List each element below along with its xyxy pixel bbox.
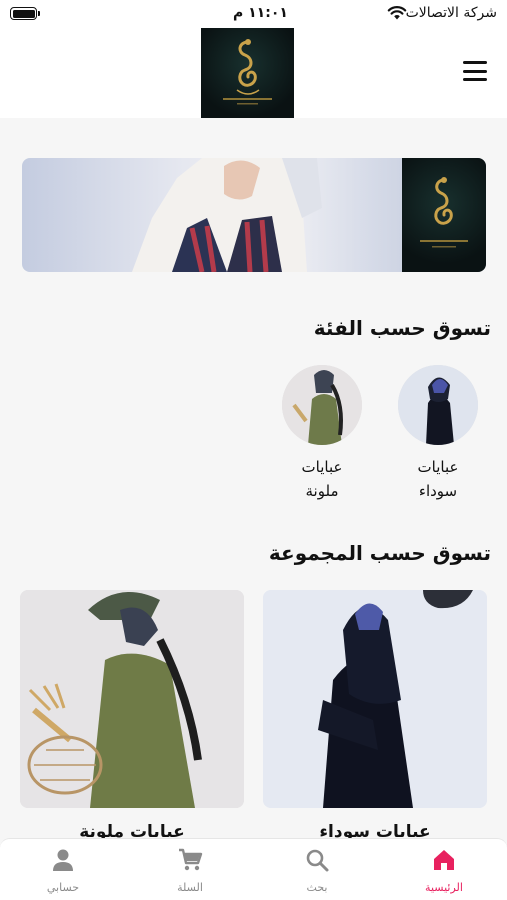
category-black-label-line2: سوداء — [418, 482, 458, 500]
nav-cart[interactable]: السلة — [127, 839, 253, 900]
category-colored-label-line1: عبايات — [301, 458, 343, 476]
nav-cart-label: السلة — [177, 881, 203, 894]
status-bar: ١١:٠١ م شركة الاتصالات — [0, 0, 507, 28]
nav-home[interactable]: الرئيسية — [381, 839, 507, 900]
banner-model-illustration — [132, 158, 322, 272]
category-black-label-line1: عبايات — [417, 458, 459, 476]
brand-logo-mark — [223, 39, 272, 105]
search-icon — [306, 849, 329, 872]
banner-brand-logo — [402, 158, 486, 272]
carrier-name: شركة الاتصالات — [405, 5, 497, 21]
category-black-abayas[interactable]: عبايات سوداء — [398, 365, 478, 503]
brand-logo[interactable] — [201, 28, 294, 118]
cart-icon — [179, 848, 203, 871]
nav-search[interactable]: بحث — [254, 839, 380, 900]
user-icon — [53, 849, 73, 871]
category-black-abayas-image — [398, 365, 478, 445]
nav-home-label: الرئيسية — [425, 881, 463, 894]
collection-section-title: تسوق حسب المجموعة — [268, 541, 491, 565]
collection-colored-image — [20, 590, 244, 808]
app-header — [0, 28, 507, 118]
nav-account-label: حسابي — [46, 881, 80, 894]
collection-card-colored-abayas[interactable] — [20, 590, 244, 808]
collection-card-black-abayas[interactable] — [263, 590, 487, 808]
nav-search-label: بحث — [306, 881, 328, 894]
hamburger-menu-icon[interactable] — [463, 61, 487, 81]
wifi-icon — [387, 6, 407, 20]
category-colored-abayas[interactable]: عبايات ملونة — [282, 365, 362, 503]
category-section-title: تسوق حسب الفئة — [313, 316, 491, 340]
collection-black-image — [263, 590, 487, 808]
bottom-navigation: الرئيسية بحث السلة حسابي — [0, 838, 507, 900]
battery-icon — [10, 7, 40, 20]
hero-banner[interactable] — [22, 158, 486, 272]
status-time: ١١:٠١ م — [233, 5, 288, 21]
nav-account[interactable]: حسابي — [0, 839, 126, 900]
category-colored-abayas-image — [282, 365, 362, 445]
home-icon — [434, 850, 454, 870]
category-colored-label-line2: ملونة — [305, 482, 339, 500]
